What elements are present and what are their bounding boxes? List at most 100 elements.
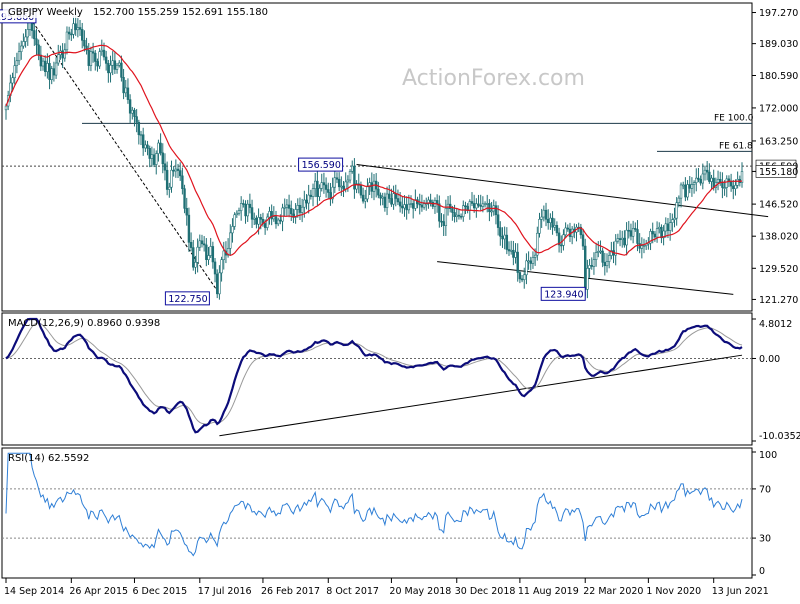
candle-body: [20, 45, 23, 52]
candle-body: [189, 242, 193, 248]
price-axis-label: 121.270: [759, 295, 798, 306]
candle-body: [420, 204, 424, 208]
candle-body: [379, 194, 382, 199]
candle-body: [4, 105, 8, 111]
watermark: ActionForex.com: [402, 66, 585, 91]
candle-body: [213, 261, 217, 275]
candle-body: [425, 203, 428, 206]
fe618-level-label: FE 61.8: [719, 141, 753, 151]
candle-body: [440, 220, 443, 223]
candle-body: [253, 217, 256, 220]
ohlc-readout: 152.700 155.259 152.691 155.180: [93, 7, 268, 18]
candle-body: [270, 211, 273, 220]
candle-body: [65, 31, 69, 51]
candle-body: [366, 186, 369, 200]
candle-body: [133, 109, 136, 117]
candle-body: [13, 65, 16, 79]
candle-body: [472, 203, 476, 209]
candle-body: [407, 203, 411, 211]
candle-body: [155, 153, 158, 165]
candle-body: [196, 246, 199, 263]
candle-body: [159, 142, 162, 154]
candle-body: [33, 30, 36, 40]
candle-body: [137, 121, 141, 136]
candle-body: [481, 203, 485, 207]
price-axis-label: 172.000: [759, 103, 798, 114]
candle-body: [202, 243, 206, 246]
candle-body: [303, 199, 306, 208]
candle-body: [348, 171, 352, 181]
candle-body: [174, 168, 178, 172]
candle-body: [725, 178, 728, 188]
candle-body: [63, 49, 66, 59]
candle-body: [26, 29, 29, 38]
candle-body: [673, 217, 676, 220]
candle-body: [520, 278, 524, 281]
candle-body: [296, 205, 299, 210]
candle-body: [544, 209, 548, 220]
candle-body: [305, 199, 308, 204]
candle-body: [523, 274, 526, 280]
candle-body: [316, 180, 319, 197]
candle-body: [46, 63, 49, 72]
candle-body: [15, 60, 19, 66]
candle-body: [442, 221, 445, 227]
candle-body: [429, 199, 432, 203]
candle-body: [390, 198, 393, 205]
candle-body: [205, 244, 208, 260]
candle-body: [109, 64, 112, 74]
macd-axis-label: 4.8012: [759, 319, 792, 330]
candle-body: [703, 169, 707, 175]
candle-body: [692, 182, 696, 185]
candle-body: [83, 40, 86, 47]
macd-axis-label: 0.00: [759, 354, 780, 365]
candle-body: [322, 182, 326, 186]
candle-body: [318, 188, 321, 197]
candle-body: [237, 210, 241, 214]
candle-body: [618, 238, 622, 240]
candle-body: [549, 217, 552, 223]
candle-body: [192, 247, 195, 268]
candle-body: [274, 216, 278, 225]
candle-body: [451, 208, 454, 213]
candle-body: [72, 23, 75, 35]
candle-body: [686, 184, 689, 198]
candle-body: [39, 54, 43, 67]
candle-body: [721, 181, 724, 188]
date-axis-label: 13 Jun 2021: [712, 586, 769, 597]
candle-body: [699, 178, 702, 184]
candle-body: [320, 182, 323, 189]
candle-body: [462, 205, 465, 217]
chart-window: ActionForex.com FE 100.0 FE 61.8 156.590 1…: [0, 0, 800, 600]
candle-body: [381, 196, 384, 199]
candle-body: [290, 208, 293, 215]
candle-body: [216, 273, 219, 295]
candle-body: [588, 265, 591, 269]
candle-body: [144, 144, 147, 149]
candle-body: [514, 251, 517, 258]
candle-body: [581, 234, 585, 247]
candle-body: [501, 235, 504, 240]
candle-body: [658, 226, 661, 230]
candle-body: [483, 203, 487, 206]
candle-body: [601, 250, 604, 263]
candle-body: [409, 203, 413, 205]
candle-body: [640, 245, 644, 249]
candle-body: [337, 178, 341, 188]
candle-body: [311, 188, 315, 197]
candle-body: [475, 203, 478, 209]
candle-body: [679, 184, 683, 199]
candle-body: [248, 203, 252, 208]
candle-body: [87, 49, 90, 66]
candle-body: [333, 177, 337, 188]
candle-body: [67, 31, 71, 35]
candle-body: [165, 169, 169, 190]
candle-body: [701, 173, 705, 184]
candle-body: [351, 165, 354, 172]
candle-body: [276, 219, 280, 225]
candle-body: [242, 203, 245, 205]
pivot-label: 156.590: [302, 160, 341, 171]
candle-body: [187, 214, 191, 243]
macd-axis-label: -10.0352: [759, 431, 800, 442]
candle-body: [716, 178, 720, 183]
